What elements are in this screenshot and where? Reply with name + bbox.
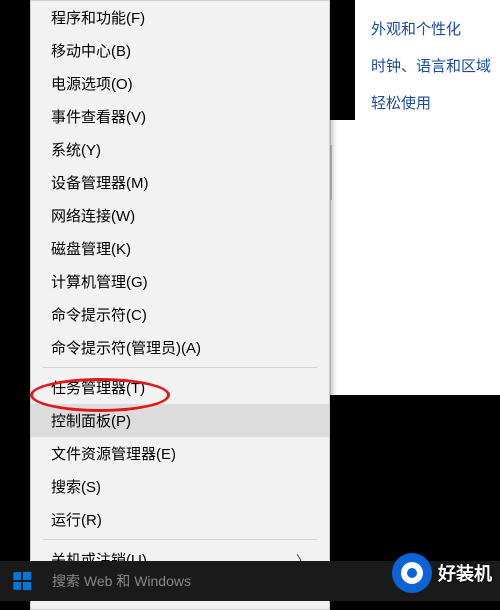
- background-panel: [330, 120, 500, 395]
- menu-separator: [43, 367, 317, 368]
- menu-event-viewer[interactable]: 事件查看器(V): [31, 100, 329, 133]
- menu-label: 磁盘管理(K): [51, 238, 131, 259]
- menu-task-manager[interactable]: 任务管理器(T): [31, 371, 329, 404]
- menu-label: 任务管理器(T): [51, 377, 145, 398]
- right-link-clock[interactable]: 时钟、语言和区域: [371, 47, 495, 84]
- menu-label: 移动中心(B): [51, 40, 131, 61]
- dark-background: [330, 395, 500, 565]
- menu-label: 搜索(S): [51, 476, 101, 497]
- menu-label: 事件查看器(V): [51, 106, 146, 127]
- menu-label: 程序和功能(F): [51, 7, 145, 28]
- menu-system[interactable]: 系统(Y): [31, 133, 329, 166]
- menu-mobility-center[interactable]: 移动中心(B): [31, 34, 329, 67]
- menu-label: 文件资源管理器(E): [51, 443, 176, 464]
- menu-disk-management[interactable]: 磁盘管理(K): [31, 232, 329, 265]
- menu-search[interactable]: 搜索(S): [31, 470, 329, 503]
- menu-cmd[interactable]: 命令提示符(C): [31, 298, 329, 331]
- watermark-logo-icon: [392, 553, 432, 593]
- winx-context-menu: 程序和功能(F) 移动中心(B) 电源选项(O) 事件查看器(V) 系统(Y) …: [30, 0, 330, 610]
- menu-separator: [43, 539, 317, 540]
- menu-label: 运行(R): [51, 509, 102, 530]
- menu-power-options[interactable]: 电源选项(O): [31, 67, 329, 100]
- menu-programs-features[interactable]: 程序和功能(F): [31, 1, 329, 34]
- taskbar-search[interactable]: 搜索 Web 和 Windows: [44, 571, 191, 591]
- menu-label: 控制面板(P): [51, 410, 131, 431]
- right-link-appearance[interactable]: 外观和个性化: [371, 10, 495, 47]
- watermark-text: 好装机: [438, 560, 492, 586]
- menu-label: 命令提示符(C): [51, 304, 147, 325]
- menu-label: 网络连接(W): [51, 205, 135, 226]
- menu-computer-management[interactable]: 计算机管理(G): [31, 265, 329, 298]
- menu-device-manager[interactable]: 设备管理器(M): [31, 166, 329, 199]
- menu-label: 计算机管理(G): [51, 271, 148, 292]
- menu-cmd-admin[interactable]: 命令提示符(管理员)(A): [31, 331, 329, 364]
- menu-file-explorer[interactable]: 文件资源管理器(E): [31, 437, 329, 470]
- right-link-ease[interactable]: 轻松使用: [371, 84, 495, 121]
- menu-network-connections[interactable]: 网络连接(W): [31, 199, 329, 232]
- watermark: 好装机: [392, 553, 492, 593]
- start-button[interactable]: [0, 561, 44, 601]
- menu-run[interactable]: 运行(R): [31, 503, 329, 536]
- menu-label: 系统(Y): [51, 139, 101, 160]
- menu-label: 命令提示符(管理员)(A): [51, 337, 201, 358]
- windows-logo-icon: [13, 572, 31, 591]
- menu-label: 电源选项(O): [51, 73, 133, 94]
- menu-label: 设备管理器(M): [51, 172, 149, 193]
- menu-control-panel[interactable]: 控制面板(P): [31, 404, 329, 437]
